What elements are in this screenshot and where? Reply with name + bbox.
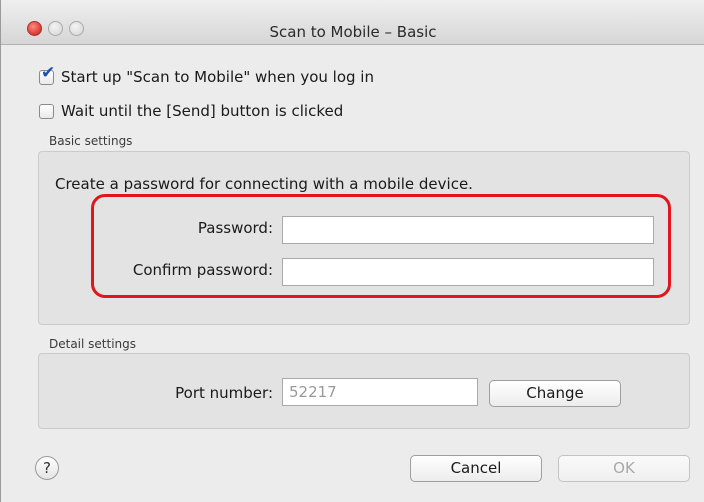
dialog-window: Scan to Mobile – Basic ✔ Start up "Scan … bbox=[0, 0, 704, 502]
wait-send-option[interactable]: Wait until the [Send] button is clicked bbox=[39, 102, 343, 120]
checkmark-icon: ✔ bbox=[41, 62, 56, 83]
help-icon[interactable]: ? bbox=[35, 456, 59, 480]
startup-label[interactable]: Start up "Scan to Mobile" when you log i… bbox=[61, 68, 374, 86]
basic-settings-label: Basic settings bbox=[49, 134, 133, 148]
port-number-field: 52217 bbox=[282, 378, 478, 406]
wait-send-checkbox[interactable] bbox=[39, 103, 54, 119]
title-bar[interactable]: Scan to Mobile – Basic bbox=[1, 0, 704, 45]
change-port-button[interactable]: Change bbox=[489, 380, 621, 407]
port-number-label: Port number: bbox=[175, 384, 273, 402]
window-title: Scan to Mobile – Basic bbox=[269, 23, 437, 41]
ok-button: OK bbox=[558, 455, 690, 482]
password-description: Create a password for connecting with a … bbox=[55, 175, 473, 193]
cancel-button[interactable]: Cancel bbox=[410, 455, 542, 482]
startup-checkbox[interactable]: ✔ bbox=[39, 64, 55, 85]
detail-settings-label: Detail settings bbox=[49, 337, 137, 351]
password-highlight-annotation bbox=[91, 194, 671, 298]
wait-send-label[interactable]: Wait until the [Send] button is clicked bbox=[61, 102, 343, 120]
startup-option[interactable]: ✔ Start up "Scan to Mobile" when you log… bbox=[39, 64, 374, 86]
